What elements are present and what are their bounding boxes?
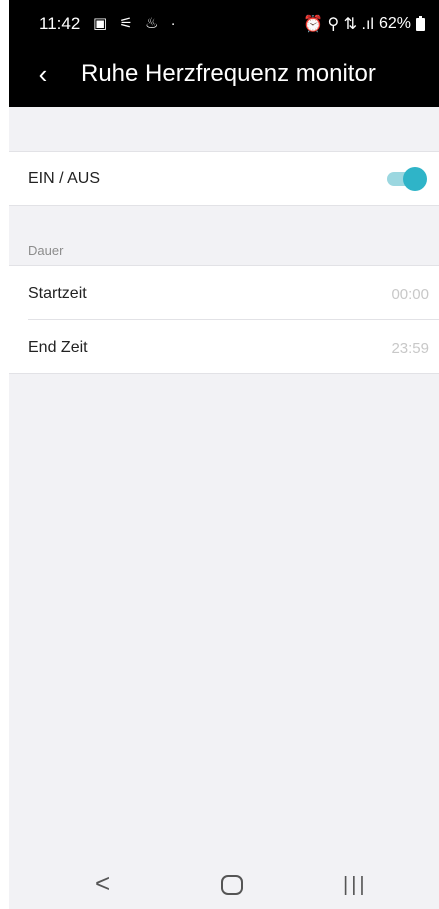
divider [9, 205, 439, 206]
battery-icon [416, 15, 425, 31]
status-time: 11:42 [39, 14, 81, 33]
switch-knob [403, 167, 427, 191]
header: 11:42 ▣ ⚟ ♨ · ⏰ ⚲ ⇅ .ıl 62% ‹ Ruhe Herzf… [9, 0, 439, 107]
system-icons: ⏰ ⚲ ⇅ .ıl [303, 16, 374, 33]
notification-icons: ▣ ⚟ ♨ · [93, 15, 180, 32]
toggle-row[interactable]: EIN / AUS [9, 152, 439, 205]
on-off-switch[interactable] [387, 167, 427, 191]
start-time-label: Startzeit [28, 285, 87, 302]
battery-percent: 62% [378, 15, 411, 32]
end-time-row[interactable]: End Zeit 23:59 [9, 320, 439, 373]
section-title-duration: Dauer [28, 243, 64, 258]
system-nav-bar: < ||| [9, 860, 439, 909]
status-bar: 11:42 ▣ ⚟ ♨ · ⏰ ⚲ ⇅ .ıl 62% [9, 0, 439, 46]
nav-back-button[interactable]: < [95, 870, 110, 896]
back-button[interactable]: ‹ [29, 56, 57, 92]
end-time-value: 23:59 [391, 340, 429, 357]
page-title: Ruhe Herzfrequenz monitor [81, 60, 376, 87]
start-time-row[interactable]: Startzeit 00:00 [9, 266, 439, 320]
toggle-label: EIN / AUS [28, 170, 101, 187]
app-bar: ‹ Ruhe Herzfrequenz monitor [9, 46, 439, 104]
end-time-label: End Zeit [28, 339, 88, 356]
screen: 11:42 ▣ ⚟ ♨ · ⏰ ⚲ ⇅ .ıl 62% ‹ Ruhe Herzf… [9, 0, 439, 909]
nav-home-button[interactable] [221, 875, 243, 895]
status-right: ⏰ ⚲ ⇅ .ıl 62% [303, 14, 425, 34]
divider [9, 373, 439, 374]
start-time-value: 00:00 [391, 286, 429, 303]
nav-recent-apps-button[interactable]: ||| [343, 874, 368, 897]
